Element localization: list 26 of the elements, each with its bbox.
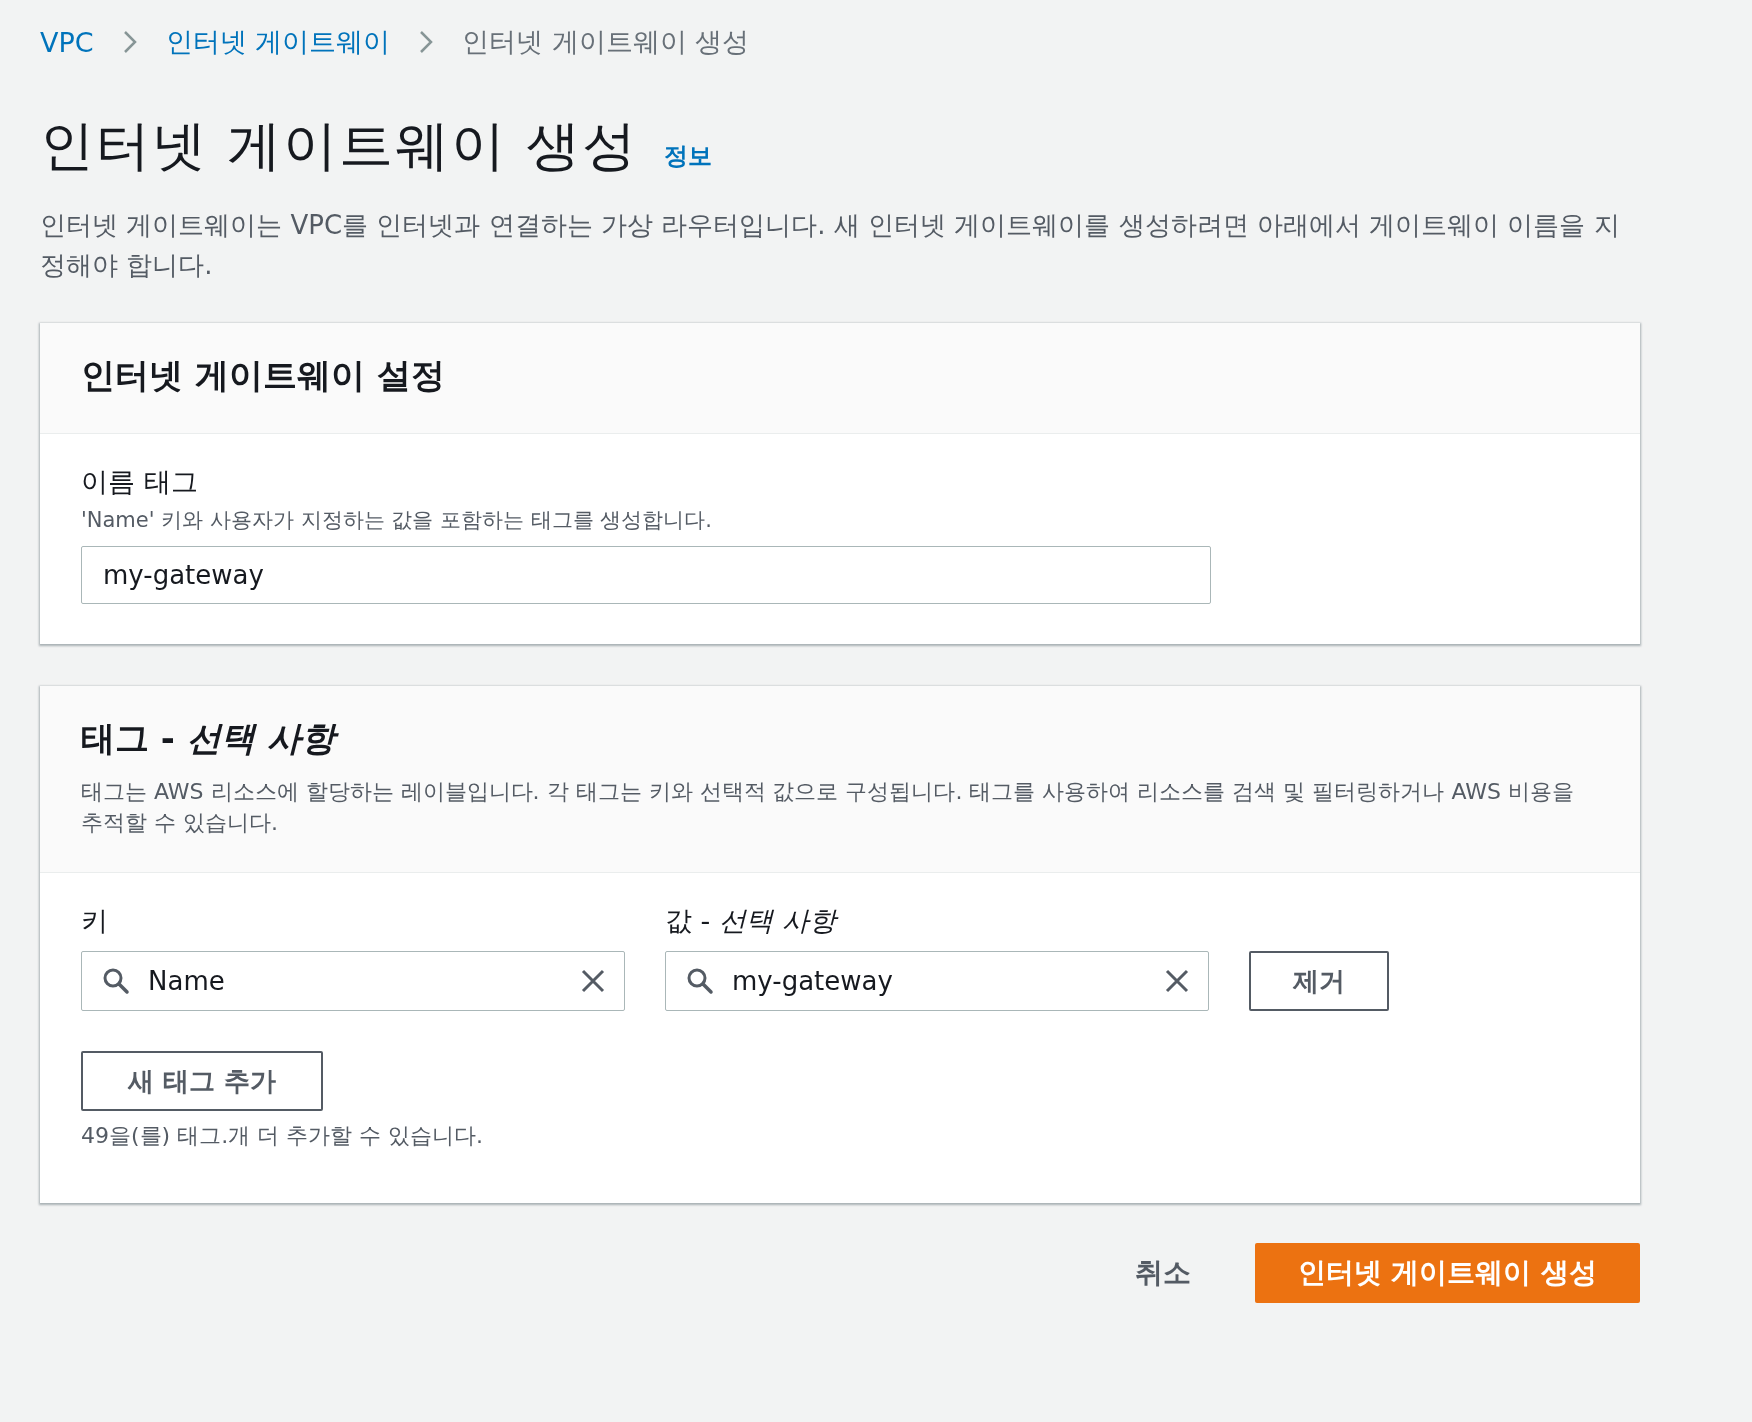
field-hint: 'Name' 키와 사용자가 지정하는 값을 포함하는 태그를 생성합니다. (81, 507, 713, 534)
page-title: 인터넷 게이트웨이 생성 (40, 113, 639, 179)
clear-icon (1164, 968, 1190, 994)
panel-title: 태그 - 선택 사항 (81, 716, 1599, 762)
search-field[interactable]: Name (81, 951, 625, 1011)
tag-limit-note: 49을(를) 태그.개 더 추가할 수 있습니다. (81, 1122, 485, 1150)
breadcrumb-link[interactable]: VPC (40, 26, 94, 58)
search-field[interactable]: my-gateway (665, 951, 1209, 1011)
page-description: 인터넷 게이트웨이는 VPC를 인터넷과 연결하는 가상 라우터입니다. 새 인터넷 게이트웨이를 생성하려면 아래에서 게이트웨이 이름을 지정해야 합니다. (40, 209, 1621, 282)
cancel-button[interactable]: 취소 (1129, 1253, 1197, 1293)
search-icon (102, 967, 130, 995)
field-label: 키 (81, 904, 109, 938)
field-label: 값 - 선택 사항 (665, 903, 1209, 939)
remove-button[interactable]: 제거 (1249, 951, 1389, 1011)
search-icon (686, 967, 714, 995)
panel-description: 태그는 AWS 리소스에 할당하는 레이블입니다. 각 태그는 키와 선택적 값으로 구성됩니다. 태그를 사용하여 리소스를 검색 및 필터링하거나 AWS 비용을 추적할 수 있습니다. (81, 778, 1575, 837)
add-tag-button[interactable]: 새 태그 추가 (81, 1051, 323, 1111)
breadcrumb-current: 인터넷 게이트웨이 생성 (462, 25, 750, 59)
clear-icon (580, 968, 606, 994)
panel-title: 인터넷 게이트웨이 설정 (81, 354, 446, 397)
info-link[interactable]: 정보 (664, 140, 713, 172)
chevron-right-icon (418, 30, 435, 54)
chevron-right-icon (121, 30, 138, 54)
name-tag-input[interactable]: my-gateway (81, 546, 1211, 604)
field-label: 이름 태그 (81, 465, 199, 499)
breadcrumb-link[interactable]: 인터넷 게이트웨이 (165, 24, 391, 60)
